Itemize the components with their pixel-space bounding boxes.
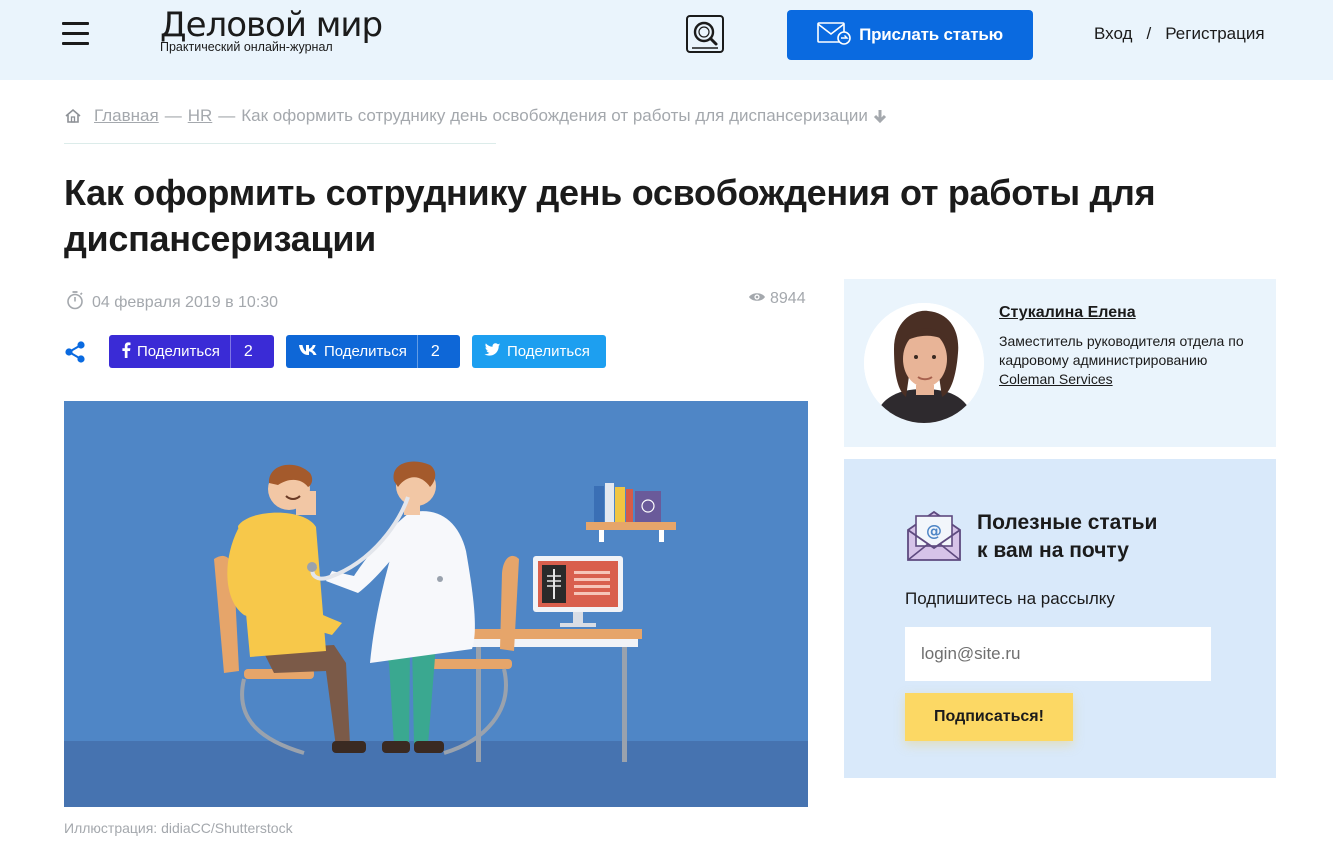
subscribe-button[interactable]: Подписаться!	[905, 693, 1073, 741]
svg-text:@: @	[926, 521, 942, 540]
facebook-share-button[interactable]: Поделиться 2	[109, 335, 274, 368]
email-field[interactable]	[905, 627, 1211, 681]
facebook-share-label: Поделиться	[137, 343, 220, 360]
newsletter-subtitle: Подпишитесь на рассылку	[905, 589, 1115, 608]
newsletter-title-line1: Полезные статьи	[977, 511, 1158, 534]
search-icon[interactable]	[686, 15, 724, 53]
author-avatar[interactable]	[864, 303, 984, 423]
twitter-share-label: Поделиться	[507, 343, 590, 360]
author-name-link[interactable]: Стукалина Елена	[999, 304, 1136, 322]
envelope-icon	[817, 21, 851, 50]
arrow-down-icon[interactable]	[872, 108, 888, 124]
eye-icon	[748, 290, 766, 308]
image-caption: Иллюстрация: didiaCC/Shutterstock	[64, 820, 293, 836]
vk-share-label: Поделиться	[324, 343, 407, 360]
views-counter: 8944	[748, 290, 806, 308]
login-link[interactable]: Вход	[1094, 24, 1132, 43]
auth-separator: /	[1146, 24, 1152, 43]
breadcrumb-divider	[64, 143, 496, 144]
site-header: Деловой мир Практический онлайн-журнал П…	[0, 0, 1333, 80]
twitter-icon	[484, 342, 501, 361]
stopwatch-icon	[66, 290, 84, 315]
page-title: Как оформить сотруднику день освобождени…	[64, 172, 1156, 259]
breadcrumb-home-link[interactable]: Главная	[94, 106, 159, 126]
send-article-label: Прислать статью	[859, 25, 1003, 44]
mail-at-icon: @	[906, 508, 962, 564]
vk-share-button[interactable]: Поделиться 2	[286, 335, 460, 368]
author-card: Стукалина Елена Заместитель руководителя…	[844, 279, 1276, 447]
author-company-link[interactable]: Coleman Services	[999, 370, 1113, 389]
breadcrumb-separator: —	[164, 106, 182, 125]
views-count: 8944	[770, 290, 806, 307]
menu-icon[interactable]	[62, 22, 90, 46]
logo-title: Деловой мир	[160, 5, 383, 45]
facebook-share-count: 2	[229, 335, 266, 368]
register-link[interactable]: Регистрация	[1165, 24, 1264, 43]
facebook-icon	[121, 341, 131, 362]
author-position: Заместитель руководителя отдела по кадро…	[999, 333, 1244, 368]
send-article-button[interactable]: Прислать статью	[787, 10, 1033, 60]
breadcrumb: Главная — HR — Как оформить сотруднику д…	[64, 106, 888, 126]
site-logo[interactable]: Деловой мир Практический онлайн-журнал	[160, 6, 400, 62]
auth-links: Вход / Регистрация	[1094, 24, 1265, 44]
twitter-share-button[interactable]: Поделиться	[472, 335, 606, 368]
home-icon[interactable]	[64, 108, 82, 124]
breadcrumb-hr-link[interactable]: HR	[188, 106, 213, 126]
vk-icon	[298, 343, 318, 360]
vk-share-count: 2	[416, 335, 453, 368]
breadcrumb-current: Как оформить сотруднику день освобождени…	[241, 106, 868, 125]
newsletter-title-line2: к вам на почту	[977, 539, 1129, 562]
newsletter-title: Полезные статьи к вам на почту	[977, 509, 1197, 565]
article-illustration	[64, 401, 808, 807]
share-icon[interactable]	[64, 341, 86, 363]
date-text: 04 февраля 2019 в 10:30	[92, 293, 279, 311]
article-date: 04 февраля 2019 в 10:30	[66, 290, 278, 315]
newsletter-widget: @ Полезные статьи к вам на почту Подпиши…	[844, 459, 1276, 778]
breadcrumb-separator: —	[218, 106, 236, 125]
